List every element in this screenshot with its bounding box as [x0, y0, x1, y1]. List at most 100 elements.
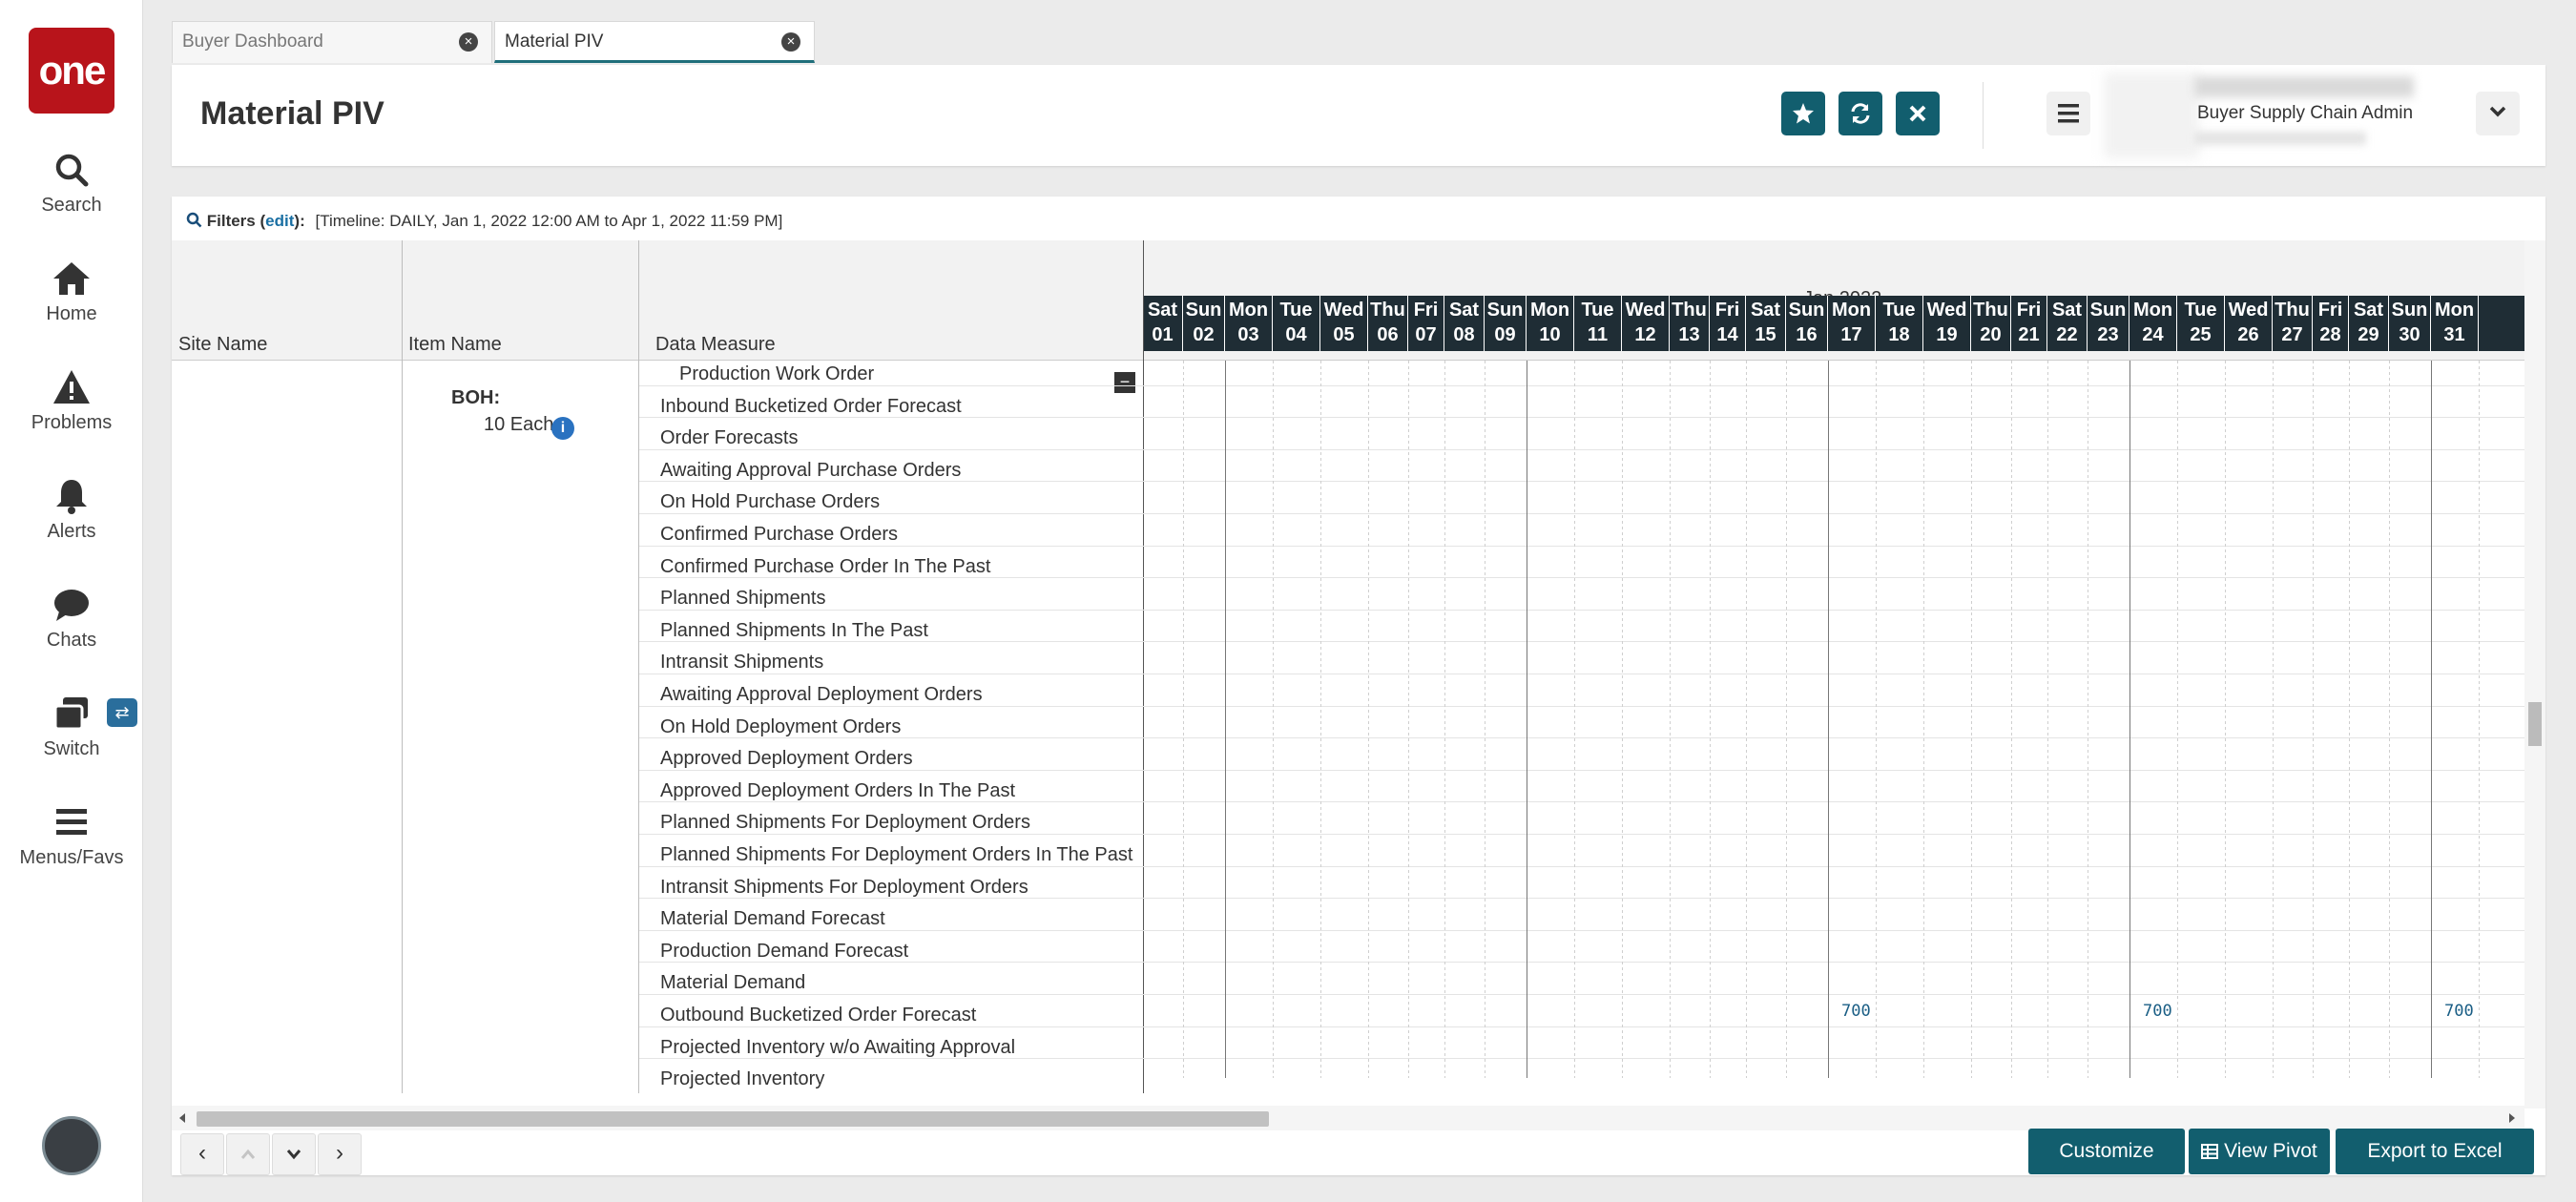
measure-row: [1143, 801, 2524, 834]
day-of-week: Tue: [1882, 300, 1916, 321]
user-menu-button[interactable]: [2476, 92, 2520, 135]
close-page-button[interactable]: [1896, 92, 1940, 135]
col-item-name[interactable]: Item Name: [408, 334, 502, 356]
chevron-down-icon: [2489, 106, 2506, 117]
day-header: Thu 06: [1368, 296, 1408, 351]
nav-chats-label: Chats: [46, 630, 97, 651]
day-number: 18: [1888, 324, 1910, 345]
nav-home[interactable]: Home: [0, 259, 143, 355]
col-data-measure[interactable]: Data Measure: [655, 334, 776, 356]
cell-value[interactable]: 700: [1841, 1002, 1871, 1021]
cell-value[interactable]: 700: [2143, 1002, 2172, 1021]
tab-buyer-dashboard[interactable]: Buyer Dashboard ×: [172, 21, 492, 63]
day-header: Thu 27: [2273, 296, 2313, 351]
day-header: Wed 05: [1320, 296, 1368, 351]
nav-search[interactable]: Search: [0, 151, 143, 246]
boh-label: BOH:: [451, 387, 501, 408]
day-number: 02: [1193, 324, 1215, 345]
day-number: 06: [1377, 324, 1399, 345]
page-next-button[interactable]: ›: [318, 1133, 362, 1175]
col-site-name[interactable]: Site Name: [178, 334, 267, 356]
page-down-button[interactable]: [272, 1133, 316, 1175]
day-gridline: [1225, 361, 1226, 1078]
scroll-left-icon[interactable]: [176, 1111, 189, 1125]
day-number: 28: [2319, 324, 2341, 345]
day-gridline: [2389, 361, 2390, 1078]
measure-label: Projected Inventory w/o Awaiting Approva…: [639, 1026, 1143, 1059]
day-number: 01: [1152, 324, 1174, 345]
refresh-icon: [1851, 103, 1870, 124]
nav-alerts-label: Alerts: [47, 521, 96, 542]
cell-value[interactable]: 700: [2444, 1002, 2474, 1021]
warning-icon: [53, 370, 90, 404]
day-gridline: [2431, 361, 2432, 1078]
measure-label: Planned Shipments: [639, 577, 1143, 610]
vertical-scrollbar[interactable]: [2524, 240, 2545, 1109]
close-tab-icon[interactable]: ×: [781, 32, 800, 52]
day-number: 03: [1237, 324, 1259, 345]
day-gridline: [1183, 361, 1184, 1078]
day-gridline: [1876, 361, 1877, 1078]
bell-icon: [56, 480, 87, 514]
favorite-button[interactable]: [1781, 92, 1825, 135]
measure-label: Outbound Bucketized Order Forecast: [639, 994, 1143, 1026]
page-up-button[interactable]: [226, 1133, 270, 1175]
day-of-week: Wed: [1323, 300, 1364, 321]
measure-row: [1143, 513, 2524, 546]
user-avatar-icon[interactable]: [42, 1116, 101, 1175]
export-excel-button[interactable]: Export to Excel: [2336, 1129, 2534, 1174]
day-gridline: [1368, 361, 1369, 1078]
pivot-panel: Filters (edit): [Timeline: DAILY, Jan 1,…: [172, 197, 2545, 1175]
nav-chats[interactable]: Chats: [0, 586, 143, 681]
view-pivot-button[interactable]: View Pivot: [2189, 1129, 2330, 1174]
page-menu-button[interactable]: [2046, 92, 2090, 135]
tab-material-piv[interactable]: Material PIV ×: [494, 21, 815, 63]
horizontal-scroll-thumb[interactable]: [197, 1111, 1269, 1127]
measure-row: [1143, 865, 2524, 899]
day-header: Tue 18: [1876, 296, 1923, 351]
measure-row: [1143, 1058, 2524, 1090]
measure-row: [1143, 898, 2524, 930]
measure-row: [1143, 545, 2524, 578]
filters-label: Filters: [206, 212, 256, 230]
day-of-week: Fri: [2016, 300, 2042, 321]
day-header: Thu 20: [1971, 296, 2011, 351]
nav-problems[interactable]: Problems: [0, 368, 143, 464]
horizontal-scrollbar[interactable]: [172, 1106, 2524, 1130]
day-header: Sun 09: [1485, 296, 1527, 351]
page-prev-button[interactable]: ‹: [180, 1133, 224, 1175]
hamburger-icon: [56, 809, 87, 835]
day-of-week: Mon: [2434, 300, 2475, 321]
day-header: Tue 11: [1574, 296, 1622, 351]
close-tab-icon[interactable]: ×: [459, 32, 478, 52]
day-number: 09: [1494, 324, 1516, 345]
info-icon[interactable]: i: [551, 417, 574, 440]
app-logo[interactable]: one: [29, 28, 114, 114]
nav-menus[interactable]: Menus/Favs: [0, 803, 143, 899]
measure-row: [1143, 737, 2524, 770]
switch-arrows-icon[interactable]: ⇄: [107, 698, 137, 727]
customize-button[interactable]: Customize: [2028, 1129, 2185, 1174]
nav-alerts[interactable]: Alerts: [0, 477, 143, 572]
star-icon: [1793, 103, 1814, 124]
day-number: 07: [1415, 324, 1437, 345]
filters-edit-link[interactable]: edit: [265, 212, 294, 230]
day-of-week: Sun: [2391, 300, 2428, 321]
day-gridline: [2225, 361, 2226, 1078]
scroll-right-icon[interactable]: [2505, 1111, 2519, 1125]
switch-icon: [53, 697, 88, 731]
measure-label: Material Demand: [639, 962, 1143, 994]
day-gridline: [1622, 361, 1623, 1078]
day-header: Sat 08: [1444, 296, 1485, 351]
day-of-week: Mon: [1529, 300, 1570, 321]
day-header: Sun 16: [1786, 296, 1828, 351]
vertical-scroll-thumb[interactable]: [2528, 702, 2542, 746]
measure-label: Material Demand Forecast: [639, 898, 1143, 930]
day-of-week: Thu: [1973, 300, 2008, 321]
day-number: 29: [2358, 324, 2379, 345]
day-of-week: Sun: [1788, 300, 1825, 321]
tab-label: Material PIV: [505, 31, 604, 52]
measure-label: Order Forecasts: [639, 417, 1143, 449]
refresh-button[interactable]: [1839, 92, 1882, 135]
measure-row: [1143, 384, 2524, 418]
